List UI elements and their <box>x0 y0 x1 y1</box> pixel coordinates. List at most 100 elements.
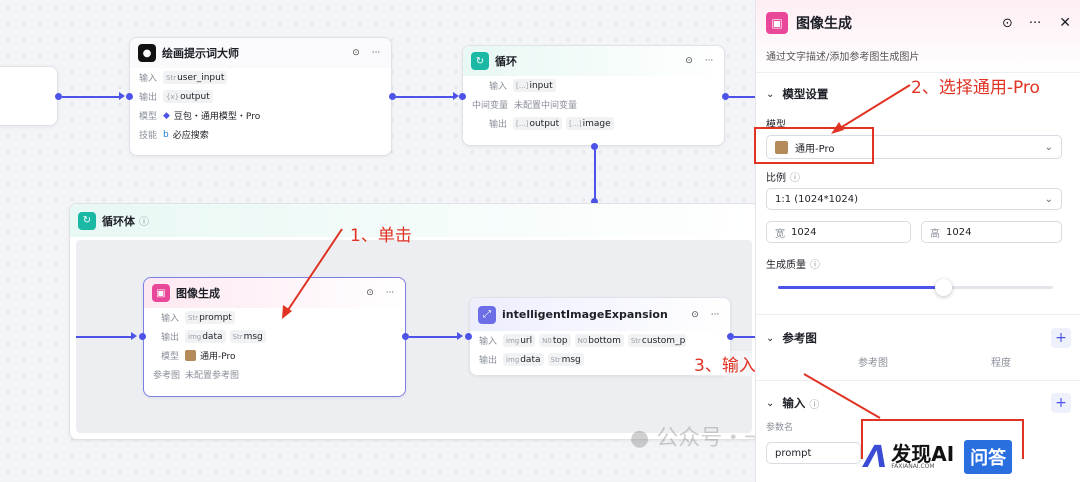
ratio-label: 比例 <box>766 173 786 184</box>
param-value: prompt <box>199 312 232 323</box>
edge-line <box>409 336 459 338</box>
run-icon[interactable]: ⊙ <box>1002 16 1013 31</box>
node-prompt-master[interactable]: ● 绘画提示词大师 ⊙ ··· 输入 Str user_input 输出 {x} out… <box>129 37 392 156</box>
edge-line <box>396 96 453 98</box>
input-port[interactable] <box>459 93 466 100</box>
wechat-watermark: ● 公众号・一步 <box>630 420 755 452</box>
param-value: user_input <box>177 72 225 83</box>
type-tag: img <box>506 355 520 364</box>
upstream-node[interactable] <box>0 66 58 126</box>
add-reference-button[interactable]: + <box>1051 328 1071 348</box>
ratio-select[interactable]: 1:1 (1024*1024) ⌄ <box>766 188 1062 210</box>
more-icon[interactable]: ··· <box>702 54 716 68</box>
annotation-step3: 3、输入参数 <box>694 351 755 376</box>
param-value: top <box>552 335 568 346</box>
width-input[interactable]: 宽 1024 <box>766 221 911 243</box>
node-title: intelligentImageExpansion <box>502 308 668 321</box>
model-value: 通用-Pro <box>200 352 236 362</box>
param-value: msg <box>561 354 581 365</box>
chevron-down-icon[interactable]: ⌄ <box>766 333 774 344</box>
row-key: 输出 <box>139 93 158 103</box>
more-icon[interactable]: ··· <box>708 308 722 322</box>
input-port[interactable] <box>126 93 133 100</box>
output-port[interactable] <box>402 333 409 340</box>
chevron-down-icon[interactable]: ⌄ <box>766 89 774 100</box>
output-port[interactable] <box>722 93 729 100</box>
panel-title: 图像生成 <box>796 16 852 32</box>
panel-description: 通过文字描述/添加参考图生成图片 <box>766 52 920 63</box>
chevron-down-icon[interactable]: ⌄ <box>766 398 774 409</box>
row-key: 技能 <box>139 131 158 141</box>
loop-body-port[interactable] <box>591 143 598 150</box>
model-value: 豆包・通用模型・Pro <box>173 112 261 122</box>
width-value: 1024 <box>791 226 817 238</box>
row-key: 输入 <box>161 314 180 324</box>
close-icon[interactable]: ✕ <box>1059 15 1071 31</box>
brand-logo: Λ 发现AI FAXIANAI.COM 问答 <box>864 436 1013 478</box>
type-tag: img <box>506 336 520 345</box>
run-icon[interactable]: ⊙ <box>349 46 363 60</box>
loop-icon: ↻ <box>471 52 489 70</box>
row-key: 输出 <box>489 120 508 130</box>
param-value: image <box>582 118 611 129</box>
loop-icon: ↻ <box>78 211 96 230</box>
param-value: data <box>520 354 541 365</box>
run-icon[interactable]: ⊙ <box>688 308 702 322</box>
ratio-value: 1:1 (1024*1024) <box>775 193 858 205</box>
edge-arrow <box>131 332 137 340</box>
add-input-button[interactable]: + <box>1051 393 1071 413</box>
watermark-text: 公众号・一步 <box>656 426 755 451</box>
edge-line <box>62 96 122 98</box>
type-tag: […] <box>516 119 529 128</box>
type-tag: […] <box>569 119 582 128</box>
type-tag: Str <box>188 313 199 322</box>
input-port[interactable] <box>139 333 146 340</box>
param-value: data <box>202 331 223 342</box>
row-key: 模型 <box>161 352 180 362</box>
output-port[interactable] <box>55 93 62 100</box>
height-input[interactable]: 高 1024 <box>921 221 1062 243</box>
bing-icon: b <box>163 129 169 140</box>
param-value: output <box>529 118 560 129</box>
edge-line <box>729 96 755 98</box>
param-value: bottom <box>588 335 621 346</box>
more-icon[interactable]: ··· <box>1029 16 1041 31</box>
param-value: input <box>529 80 553 91</box>
edge-arrow <box>457 332 463 340</box>
edge-line <box>76 336 132 338</box>
width-label: 宽 <box>775 228 785 240</box>
annotation-arrow <box>803 373 881 419</box>
output-port[interactable] <box>389 93 396 100</box>
model-thumb-icon <box>185 350 196 361</box>
annotation-arrow <box>282 228 343 319</box>
input-port[interactable] <box>465 333 472 340</box>
row-key: 参考图 <box>153 371 181 381</box>
node-loop[interactable]: ↻ 循环 ⊙ ··· 输入 […] input 中间变量 未配置中间变量 输出 […] o… <box>462 45 725 146</box>
run-icon[interactable]: ⊙ <box>363 286 377 300</box>
workflow-canvas[interactable]: ● 绘画提示词大师 ⊙ ··· 输入 Str user_input 输出 {x} out… <box>0 0 755 482</box>
type-tag: Str <box>166 73 177 82</box>
node-image-expansion[interactable]: ⤢ intelligentImageExpansion ⊙ ··· 输入 img… <box>469 297 731 376</box>
param-value: custom_pro <box>641 335 686 346</box>
row-key: 输入 <box>139 74 158 84</box>
chevron-down-icon: ⌄ <box>1044 141 1053 153</box>
param-name-input[interactable]: prompt <box>766 442 861 464</box>
ai-logo-icon: Λ <box>864 439 888 475</box>
section-reference: 参考图 <box>782 331 817 345</box>
annotation-arrow <box>831 84 911 134</box>
type-tag: Str <box>550 355 561 364</box>
quality-slider-track[interactable] <box>778 279 1053 296</box>
more-icon[interactable]: ··· <box>369 46 383 60</box>
row-key: 输入 <box>489 82 508 92</box>
row-value: 未配置参考图 <box>185 371 240 381</box>
skill-value: 必应搜索 <box>172 131 209 141</box>
row-value: 未配置中间变量 <box>514 101 578 111</box>
chevron-down-icon: ⌄ <box>1044 193 1053 205</box>
param-value: url <box>520 335 533 346</box>
output-port[interactable] <box>727 333 734 340</box>
run-icon[interactable]: ⊙ <box>682 54 696 68</box>
bot-icon: ● <box>138 44 156 62</box>
quality-slider-thumb[interactable] <box>935 279 952 296</box>
more-icon[interactable]: ··· <box>383 286 397 300</box>
param-value: msg <box>243 331 263 342</box>
